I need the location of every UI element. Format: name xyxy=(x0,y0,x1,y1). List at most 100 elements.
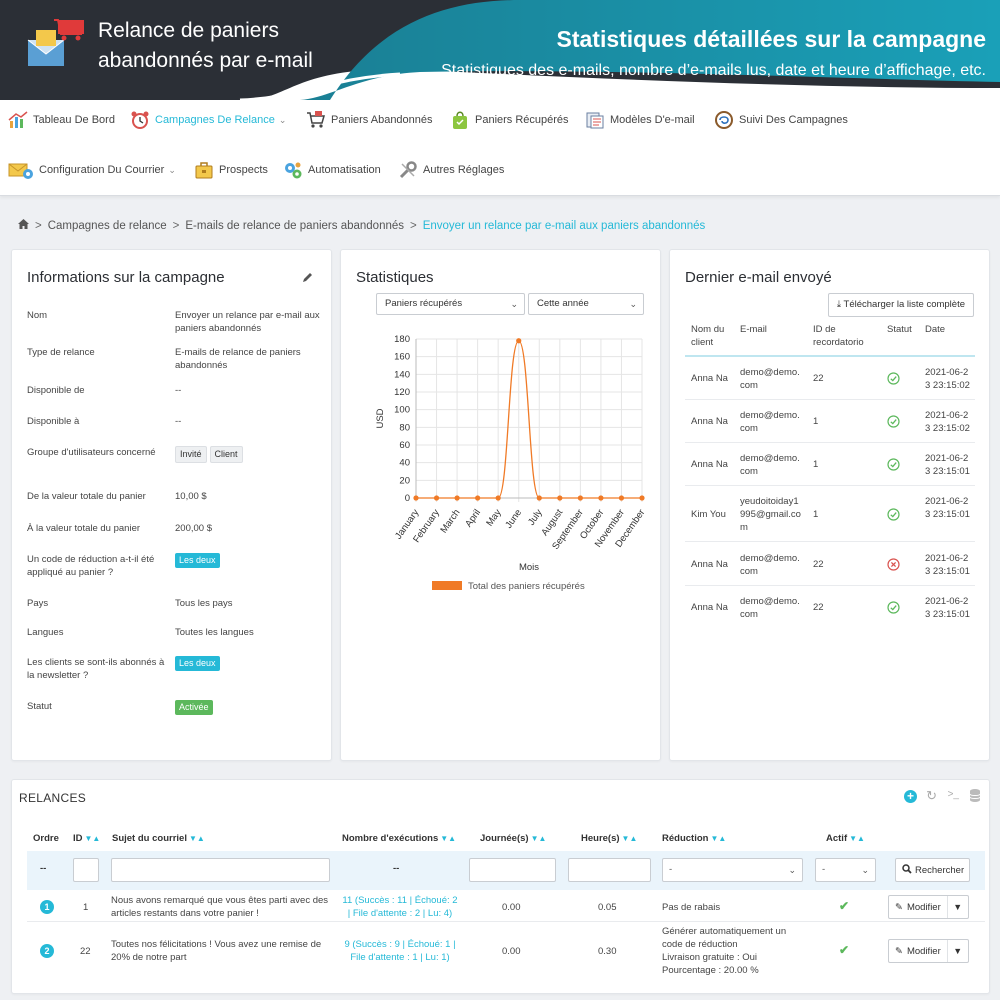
info-label: Les clients se sont-ils abonnés à la new… xyxy=(27,657,165,681)
row-executions[interactable]: 11 (Succès : 11 | Échoué: 2 | File d'att… xyxy=(330,894,470,920)
success-check-icon xyxy=(887,508,900,526)
sort-icon[interactable]: ▼▲ xyxy=(85,834,101,843)
info-value: E-mails de relance de paniers abandonnés xyxy=(175,347,301,371)
badge-both: Les deux xyxy=(175,656,220,671)
breadcrumb-separator: > xyxy=(410,219,417,232)
active-check-icon[interactable]: ✔ xyxy=(839,899,849,913)
banner-title-line2: abandonnés par e-mail xyxy=(98,49,313,72)
x-tick-label: July xyxy=(526,507,545,527)
x-tick-label: April xyxy=(463,507,483,529)
breadcrumb-separator: > xyxy=(35,219,42,232)
email-row-address: demo@demo.com xyxy=(740,553,800,577)
nav-item-campaign-tracking[interactable]: Suivi Des Campagnes xyxy=(714,110,848,130)
col-header-status: Statut xyxy=(887,324,912,335)
sort-icon[interactable]: ▼▲ xyxy=(622,834,638,843)
breadcrumb-item-campaigns[interactable]: Campagnes de relance xyxy=(48,220,167,232)
sort-icon[interactable]: ▼▲ xyxy=(849,834,865,843)
filter-active-select[interactable]: - ⌄ xyxy=(815,858,876,882)
nav-item-mail-config[interactable]: Configuration Du Courrier ⌄ xyxy=(8,160,176,180)
data-point xyxy=(475,495,481,501)
sort-icon[interactable]: ▼▲ xyxy=(710,834,726,843)
row-divider xyxy=(685,442,975,443)
search-button[interactable]: Rechercher xyxy=(895,858,970,882)
add-icon[interactable]: + xyxy=(904,790,917,803)
period-select[interactable]: Cette année ⌄ xyxy=(528,293,644,315)
info-row-languages: Langues Toutes les langues xyxy=(27,626,327,642)
row-executions-line2: File d'attente : 1 | Lu: 1) xyxy=(350,952,450,963)
order-badge[interactable]: 2 xyxy=(40,944,54,958)
y-tick-label: 120 xyxy=(394,387,410,398)
nav-label-prospects: Prospects xyxy=(219,164,268,176)
col-executions[interactable]: Nombre d'exécutions ▼▲ xyxy=(342,833,456,844)
sort-icon[interactable]: ▼▲ xyxy=(189,834,205,843)
col-order[interactable]: Ordre xyxy=(33,833,59,844)
filter-id-input[interactable] xyxy=(73,858,99,882)
info-label: Groupe d'utilisateurs concerné xyxy=(27,447,156,458)
edit-button[interactable]: ✎ Modifier ▼ xyxy=(888,895,969,919)
chevron-down-icon: ⌄ xyxy=(788,865,796,875)
nav-label-mail-config: Configuration Du Courrier xyxy=(39,164,165,176)
reduction-line: Livraison gratuite : Oui xyxy=(662,952,758,963)
recovered-carts-line-chart: 020406080100120140160180JanuaryFebruaryM… xyxy=(375,334,647,592)
info-row-user-group: Groupe d'utilisateurs concerné Invité Cli… xyxy=(27,446,327,476)
email-templates-icon xyxy=(585,110,605,130)
active-check-icon[interactable]: ✔ xyxy=(839,943,849,957)
row-executions[interactable]: 9 (Succès : 9 | Échoué: 1 | File d'atten… xyxy=(330,938,470,964)
nav-item-other-settings[interactable]: Autres Réglages xyxy=(398,160,504,180)
col-id[interactable]: ID ▼▲ xyxy=(73,833,100,844)
caret-down-icon[interactable]: ▼ xyxy=(948,946,968,956)
email-row-date: 2021-06-23 23:15:01 xyxy=(925,496,970,520)
row-subject: Nous avons remarqué que vous êtes parti … xyxy=(111,895,329,919)
info-row-cart-min: De la valeur totale du panier 10,00 $ xyxy=(27,490,327,506)
sort-icon[interactable]: ▼▲ xyxy=(531,834,547,843)
email-row-address: yeudoitoiday1995@gmail.com xyxy=(740,496,801,533)
data-point xyxy=(618,495,625,501)
pencil-edit-icon[interactable] xyxy=(302,270,313,288)
filter-subject-input[interactable] xyxy=(111,858,330,882)
sort-icon[interactable]: ▼▲ xyxy=(440,834,456,843)
col-subject[interactable]: Sujet du courriel ▼▲ xyxy=(112,833,205,844)
filter-reduction-select[interactable]: - ⌄ xyxy=(662,858,803,882)
chevron-down-icon: ⌄ xyxy=(861,865,869,875)
banner-headline: Statistiques détaillées sur la campagne xyxy=(556,26,987,52)
last-email-title: Dernier e-mail envoyé xyxy=(685,269,832,286)
metric-select[interactable]: Paniers récupérés ⌄ xyxy=(376,293,525,315)
nav-item-recovered-carts[interactable]: Paniers Récupérés xyxy=(450,110,569,130)
row-divider xyxy=(27,921,985,922)
nav-item-automation[interactable]: Automatisation xyxy=(283,160,381,180)
filter-hours-input[interactable] xyxy=(568,858,651,882)
info-value: 200,00 $ xyxy=(175,523,212,534)
y-axis-label: USD xyxy=(375,408,386,428)
nav-item-campaigns[interactable]: Campagnes De Relance ⌄ xyxy=(130,110,286,130)
nav-item-email-templates[interactable]: Modèles D'e-mail xyxy=(585,110,695,130)
database-icon[interactable] xyxy=(969,788,981,807)
nav-item-prospects[interactable]: Prospects xyxy=(194,160,268,180)
info-row-status: Statut Activée xyxy=(27,700,327,716)
filter-days-input[interactable] xyxy=(469,858,556,882)
row-reduction: Générer automatiquement un code de réduc… xyxy=(662,925,812,977)
nav-item-abandoned-carts[interactable]: Paniers Abandonnés xyxy=(306,110,433,130)
edit-button[interactable]: ✎ Modifier ▼ xyxy=(888,939,969,963)
sql-query-icon[interactable]: >_ xyxy=(948,789,959,800)
col-reduction[interactable]: Réduction ▼▲ xyxy=(662,833,726,844)
download-full-list-button[interactable]: ⤓ Télécharger la liste complète xyxy=(827,293,974,317)
search-button-label: Rechercher xyxy=(915,864,965,876)
badge-both: Les deux xyxy=(175,553,220,568)
row-days: 0.00 xyxy=(502,946,521,957)
breadcrumb-item-abandoned-emails[interactable]: E-mails de relance de paniers abandonnés xyxy=(185,220,404,232)
legend-label: Total des paniers récupérés xyxy=(468,581,585,592)
home-icon[interactable] xyxy=(18,219,29,232)
email-row-name: Anna Na xyxy=(691,373,728,384)
order-badge[interactable]: 1 xyxy=(40,900,54,914)
refresh-icon[interactable]: ↻ xyxy=(926,788,937,804)
col-days[interactable]: Journée(s) ▼▲ xyxy=(480,833,546,844)
nav-label-campaigns: Campagnes De Relance xyxy=(155,114,275,126)
col-hours[interactable]: Heure(s) ▼▲ xyxy=(581,833,637,844)
col-active[interactable]: Actif ▼▲ xyxy=(826,833,865,844)
caret-down-icon[interactable]: ▼ xyxy=(948,902,968,912)
row-executions-line2: | File d'attente : 2 | Lu: 4) xyxy=(347,908,453,919)
nav-item-dashboard[interactable]: Tableau De Bord xyxy=(8,110,115,130)
breadcrumb-current: Envoyer un relance par e-mail aux panier… xyxy=(422,219,706,232)
col-executions-label: Nombre d'exécutions xyxy=(342,833,439,844)
email-row-address: demo@demo.com xyxy=(740,596,800,620)
